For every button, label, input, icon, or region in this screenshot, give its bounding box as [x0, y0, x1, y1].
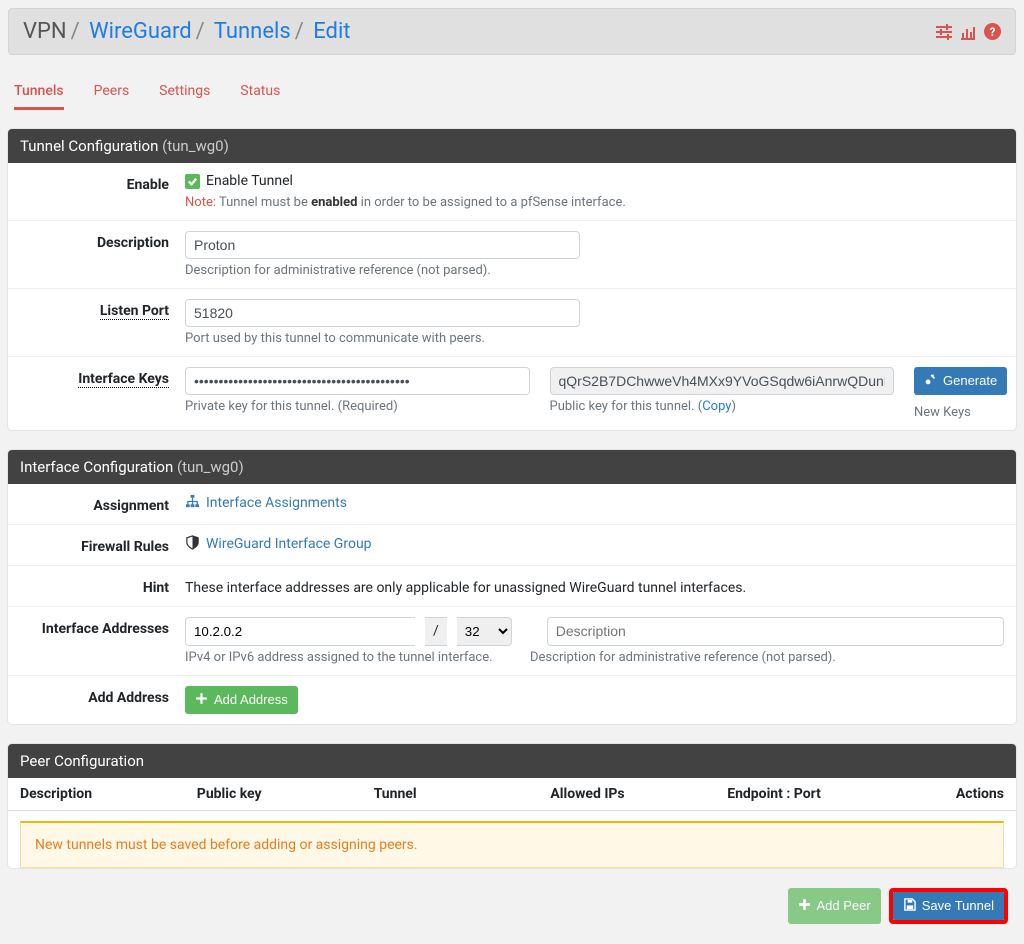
tab-settings[interactable]: Settings	[159, 75, 210, 110]
row-description: Description Description for administrati…	[8, 221, 1016, 289]
interface-config-panel: Interface Configuration (tun_wg0) Assign…	[8, 450, 1016, 724]
svg-text:?: ?	[990, 25, 996, 39]
row-enable: Enable Enable Tunnel Note: Tunnel must b…	[8, 163, 1016, 221]
crumb-root: VPN	[23, 19, 67, 44]
plus-icon	[195, 692, 208, 708]
tunnel-config-header: Tunnel Configuration (tun_wg0)	[8, 129, 1016, 163]
assignment-label: Assignment	[93, 498, 169, 514]
peer-config-panel: Peer Configuration Description Public ke…	[8, 744, 1016, 868]
chart-icon[interactable]	[960, 24, 976, 40]
tab-status[interactable]: Status	[240, 75, 280, 110]
cidr-slash: /	[425, 617, 447, 646]
breadcrumb: VPN/ WireGuard/ Tunnels/ Edit	[23, 19, 351, 44]
row-hint: Hint These interface addresses are only …	[8, 566, 1016, 607]
public-key-input[interactable]	[550, 367, 895, 395]
description-label: Description	[97, 235, 169, 251]
listen-port-input[interactable]	[185, 299, 580, 327]
breadcrumb-bar: VPN/ WireGuard/ Tunnels/ Edit ?	[8, 8, 1016, 55]
row-add-address: Add Address Add Address	[8, 676, 1016, 724]
crumb-edit[interactable]: Edit	[313, 19, 350, 44]
shield-icon	[185, 535, 200, 554]
peer-config-header: Peer Configuration	[8, 744, 1016, 778]
copy-link[interactable]: Copy	[702, 399, 731, 414]
generate-help: New Keys	[914, 405, 1004, 420]
description-input[interactable]	[185, 231, 580, 259]
header-tools: ?	[936, 23, 1001, 40]
address-help2: Description for administrative reference…	[530, 650, 1004, 665]
keys-label: Interface Keys	[78, 371, 169, 388]
firewall-link[interactable]: WireGuard Interface Group	[206, 536, 372, 552]
key-icon	[924, 373, 937, 389]
enable-label: Enable	[127, 177, 169, 193]
tab-peers[interactable]: Peers	[94, 75, 130, 110]
add-address-button[interactable]: Add Address	[185, 686, 298, 714]
crumb-wireguard[interactable]: WireGuard	[89, 19, 192, 44]
address-cidr-select[interactable]: 32	[457, 617, 512, 646]
tunnel-config-panel: Tunnel Configuration (tun_wg0) Enable En…	[8, 129, 1016, 430]
row-interface-keys: Interface Keys Private key for this tunn…	[8, 357, 1016, 430]
firewall-label: Firewall Rules	[81, 539, 169, 555]
tabs: Tunnels Peers Settings Status	[8, 75, 1016, 111]
row-firewall: Firewall Rules WireGuard Interface Group	[8, 525, 1016, 566]
col-description: Description	[20, 786, 197, 802]
add-address-label: Add Address	[88, 690, 169, 706]
peer-alert: New tunnels must be saved before adding …	[20, 821, 1004, 868]
hint-text: These interface addresses are only appli…	[185, 580, 746, 596]
assignment-link[interactable]: Interface Assignments	[206, 495, 347, 511]
tab-tunnels[interactable]: Tunnels	[14, 75, 64, 110]
save-icon	[903, 898, 916, 914]
sliders-icon[interactable]	[936, 24, 952, 40]
action-bar: Add Peer Save Tunnel	[8, 888, 1016, 924]
row-listen-port: Listen Port Port used by this tunnel to …	[8, 289, 1016, 357]
private-key-help: Private key for this tunnel. (Required)	[185, 399, 530, 414]
col-allowed-ips: Allowed IPs	[550, 786, 727, 802]
row-assignment: Assignment Interface Assignments	[8, 484, 1016, 525]
address-ip-input[interactable]	[185, 617, 415, 646]
private-key-input[interactable]	[185, 367, 530, 395]
listen-port-label: Listen Port	[100, 303, 169, 320]
plus-icon	[798, 898, 811, 914]
generate-button[interactable]: Generate	[914, 367, 1007, 395]
help-icon[interactable]: ?	[984, 23, 1001, 40]
address-help1: IPv4 or IPv6 address assigned to the tun…	[185, 650, 520, 665]
hint-label: Hint	[143, 580, 169, 596]
row-addresses: Interface Addresses / 32 IPv4 or IPv6 ad…	[8, 607, 1016, 676]
addresses-label: Interface Addresses	[42, 621, 169, 637]
crumb-tunnels[interactable]: Tunnels	[214, 19, 291, 44]
col-publickey: Public key	[197, 786, 374, 802]
add-peer-button[interactable]: Add Peer	[788, 888, 881, 924]
save-highlight: Save Tunnel	[889, 888, 1008, 924]
col-endpoint: Endpoint : Port	[727, 786, 904, 802]
peer-table-header: Description Public key Tunnel Allowed IP…	[8, 778, 1016, 811]
address-desc-input[interactable]	[547, 617, 1004, 646]
sitemap-icon	[185, 494, 200, 513]
listen-port-help: Port used by this tunnel to communicate …	[185, 331, 1004, 346]
check-icon	[185, 174, 200, 189]
save-tunnel-button[interactable]: Save Tunnel	[893, 892, 1004, 920]
col-actions: Actions	[904, 786, 1004, 802]
interface-config-header: Interface Configuration (tun_wg0)	[8, 450, 1016, 484]
enable-checkbox[interactable]: Enable Tunnel	[185, 173, 293, 189]
col-tunnel: Tunnel	[374, 786, 551, 802]
description-help: Description for administrative reference…	[185, 263, 1004, 278]
